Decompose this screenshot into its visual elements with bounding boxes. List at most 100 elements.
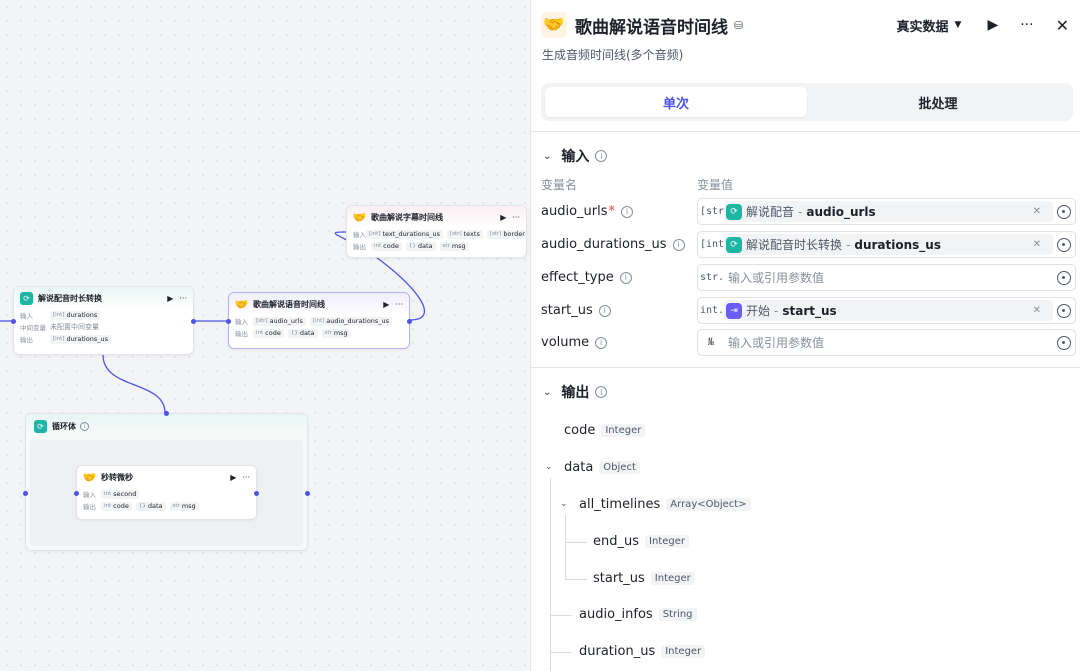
loop-icon: ⟳ (20, 291, 33, 305)
input-port[interactable] (74, 491, 79, 496)
chevron-down-icon[interactable]: ⌄ (560, 499, 568, 509)
info-icon: i (595, 336, 608, 349)
output-port[interactable] (191, 319, 196, 324)
param-input[interactable]: 输入或引用参数值 (728, 269, 1053, 286)
more-icon[interactable]: ··· (395, 300, 403, 309)
inputs-section-header[interactable]: ⌄ 输入 i (543, 146, 608, 166)
more-icon[interactable]: ··· (179, 294, 187, 303)
column-header-value: 变量值 (697, 178, 734, 192)
caret-down-icon[interactable]: ▼ (955, 20, 962, 30)
param-value-field[interactable]: № 输入或引用参数值 (697, 329, 1076, 356)
input-port[interactable] (226, 319, 231, 324)
output-row: code Integer (564, 423, 646, 438)
output-row: data Object (564, 460, 640, 475)
close-icon[interactable]: ✕ (1056, 16, 1069, 35)
output-row: audio_infos String (579, 607, 697, 622)
handshake-icon: 🤝 (234, 297, 249, 311)
reference-target-icon[interactable] (1057, 270, 1071, 285)
outputs-section-header[interactable]: ⌄ 输出 i (543, 382, 608, 402)
tab-batch[interactable]: 批处理 (807, 87, 1069, 117)
param-chip: [int] durations (50, 310, 101, 320)
reference-target-icon[interactable] (1057, 335, 1071, 350)
more-icon[interactable]: ··· (512, 213, 520, 222)
param-input[interactable]: 输入或引用参数值 (728, 334, 1053, 351)
param-chip: [int] durations_us (50, 334, 111, 344)
play-icon[interactable]: ▶ (167, 294, 173, 303)
clear-icon[interactable]: ✕ (1033, 206, 1041, 217)
node-sec-to-us[interactable]: 🤝 秒转微秒 ▶ ··· 输入 int second 输出 int code {} d… (74, 465, 259, 520)
output-port[interactable] (254, 491, 259, 496)
run-icon[interactable]: ▶ (987, 17, 998, 33)
node-title: 秒转微秒 (101, 472, 133, 482)
output-port[interactable] (407, 319, 412, 324)
param-row-audio-urls: audio_urls * i [str] ⟳ 解说配音 - audio_urls ✕ (541, 198, 1076, 225)
handshake-icon: 🤝 (82, 470, 97, 484)
loop-right-port[interactable] (305, 491, 310, 496)
chevron-down-icon: ⌄ (543, 150, 552, 162)
chevron-down-icon: ⌄ (543, 386, 552, 398)
output-row: duration_us Integer (579, 644, 706, 659)
param-value-field[interactable]: str. 输入或引用参数值 (697, 264, 1076, 291)
output-row: all_timelines Array<Object> (579, 497, 751, 512)
chevron-down-icon[interactable]: ⌄ (545, 462, 553, 472)
reference-target-icon[interactable] (1057, 303, 1071, 318)
loop-icon: ⟳ (726, 203, 742, 220)
node-output-row: 输出 int code {} data str msg (229, 327, 409, 339)
run-mode-tabs: 单次 批处理 (541, 83, 1073, 121)
param-value-field[interactable]: [int] ⟳ 解说配音时长转换 - durations_us ✕ (697, 231, 1076, 258)
handshake-icon: 🤝 (541, 12, 567, 38)
tree-line (565, 515, 566, 579)
input-port[interactable] (11, 319, 16, 324)
clear-icon[interactable]: ✕ (1033, 239, 1041, 250)
node-title: 歌曲解说字幕时间线 (371, 212, 443, 222)
loop-left-port[interactable] (23, 491, 28, 496)
info-icon: i (619, 271, 632, 284)
plugin-icon: ⛁ (734, 18, 744, 32)
node-output-row: 输出 int code {} data str msg (77, 500, 256, 512)
workflow-canvas[interactable]: ⟳ 解说配音时长转换 ▶ ··· 输入 [int] durations 中间变量 … (0, 0, 530, 671)
node-subtitle-timeline[interactable]: 🤝 歌曲解说字幕时间线 ▶ ··· 输入 [int] text_durations… (346, 205, 527, 258)
loop-top-port[interactable] (164, 411, 169, 416)
node-title: 歌曲解说语音时间线 (253, 299, 325, 309)
node-output-row: 输出 int code {} data str msg (347, 240, 526, 252)
param-value-field[interactable]: int. ⇥ 开始 - start_us ✕ (697, 297, 1076, 324)
variable-reference[interactable]: ⇥ 开始 - start_us ✕ (724, 300, 1053, 321)
play-icon[interactable]: ▶ (500, 213, 506, 222)
output-row: start_us Integer (593, 571, 695, 586)
start-icon: ⇥ (726, 302, 742, 319)
column-header-name: 变量名 (541, 178, 578, 192)
info-icon: i (80, 421, 89, 431)
data-mode-select[interactable]: 真实数据 (897, 16, 949, 35)
tree-line (565, 579, 587, 580)
tab-single[interactable]: 单次 (545, 87, 807, 117)
info-icon: i (598, 304, 611, 317)
panel-title: 歌曲解说语音时间线 (575, 17, 728, 38)
node-duration-convert[interactable]: ⟳ 解说配音时长转换 ▶ ··· 输入 [int] durations 中间变量 … (11, 286, 196, 355)
more-icon[interactable]: ··· (1020, 17, 1033, 33)
clear-icon[interactable]: ✕ (1033, 305, 1041, 316)
node-voice-timeline[interactable]: 🤝 歌曲解说语音时间线 ▶ ··· 输入 [str] audio_urls [in… (226, 292, 412, 349)
play-icon[interactable]: ▶ (230, 473, 236, 482)
variable-reference[interactable]: ⟳ 解说配音时长转换 - durations_us ✕ (724, 234, 1053, 255)
variable-reference[interactable]: ⟳ 解说配音 - audio_urls ✕ (724, 201, 1053, 222)
edge-convert-to-loop (102, 354, 166, 414)
param-row-start-us: start_us i int. ⇥ 开始 - start_us ✕ (541, 297, 1076, 324)
reference-target-icon[interactable] (1057, 204, 1071, 219)
info-icon: i (595, 386, 608, 398)
info-icon: i (595, 150, 608, 162)
node-input-row: 输入 int second (77, 488, 256, 500)
reference-target-icon[interactable] (1057, 237, 1071, 252)
handshake-icon: 🤝 (352, 210, 367, 224)
node-title: 解说配音时长转换 (38, 293, 102, 303)
loop-title: 循环体 (52, 421, 76, 431)
loop-icon: ⟳ (34, 419, 47, 433)
node-input-row: 输入 [int] text_durations_us [str] texts [st… (347, 228, 526, 240)
param-row-volume: volume i № 输入或引用参数值 (541, 329, 1076, 356)
play-icon[interactable]: ▶ (383, 300, 389, 309)
param-value-field[interactable]: [str] ⟳ 解说配音 - audio_urls ✕ (697, 198, 1076, 225)
required-mark: * (608, 204, 616, 219)
node-input-row: 输入 [int] durations (14, 309, 193, 321)
panel-header: 🤝 歌曲解说语音时间线 ⛁ 真实数据 ▼ ▶ ··· ✕ 生成音频时间线(多个音… (531, 0, 1080, 76)
tree-line (550, 478, 551, 671)
more-icon[interactable]: ··· (242, 473, 250, 482)
